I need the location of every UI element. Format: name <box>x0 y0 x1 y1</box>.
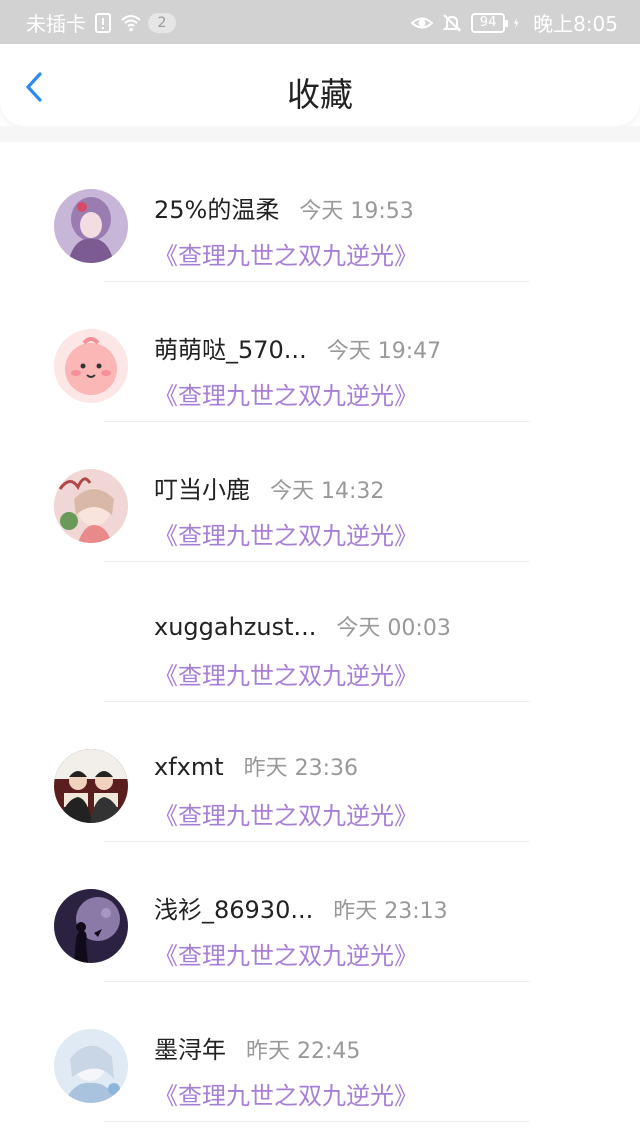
page-title: 收藏 <box>287 75 353 114</box>
avatar <box>54 609 128 683</box>
list-item[interactable]: xfxmt 昨天 23:36 《查理九世之双九逆光》 <box>0 702 640 842</box>
mute-bell-icon <box>442 13 462 32</box>
user-name: xuggahzust... <box>154 613 317 641</box>
user-name: xfxmt <box>154 753 224 781</box>
list-item[interactable]: 萌萌哒_570... 今天 19:47 《查理九世之双九逆光》 <box>0 282 640 422</box>
timestamp: 今天 14:32 <box>270 479 385 504</box>
book-title[interactable]: 《查理九世之双九逆光》 <box>154 516 418 551</box>
status-bar: 未插卡 2 94 晚上8:05 <box>0 0 640 44</box>
wifi-icon <box>121 14 141 31</box>
list-item[interactable]: 浅衫_86930... 昨天 23:13 《查理九世之双九逆光》 <box>0 842 640 982</box>
status-right: 94 晚上8:05 <box>411 8 618 37</box>
header-gap <box>0 126 640 142</box>
book-title[interactable]: 《查理九世之双九逆光》 <box>154 936 418 971</box>
carrier-label: 未插卡 <box>26 12 86 36</box>
user-name: 叮当小鹿 <box>154 476 250 504</box>
clock: 晚上8:05 <box>533 12 618 36</box>
avatar <box>54 889 128 963</box>
avatar <box>54 189 128 263</box>
divider <box>104 1121 530 1122</box>
timestamp: 昨天 22:45 <box>246 1039 361 1064</box>
list-item[interactable]: xuggahzust... 今天 00:03 《查理九世之双九逆光》 <box>0 562 640 702</box>
list-item[interactable]: 墨浔年 昨天 22:45 《查理九世之双九逆光》 <box>0 982 640 1122</box>
avatar <box>54 329 128 403</box>
sim-alert-icon <box>95 12 111 33</box>
avatar <box>54 749 128 823</box>
book-title[interactable]: 《查理九世之双九逆光》 <box>154 796 418 831</box>
user-name: 25%的温柔 <box>154 196 280 224</box>
book-title[interactable]: 《查理九世之双九逆光》 <box>154 656 418 691</box>
list-item[interactable]: 叮当小鹿 今天 14:32 《查理九世之双九逆光》 <box>0 422 640 562</box>
timestamp: 昨天 23:36 <box>243 756 359 781</box>
book-title[interactable]: 《查理九世之双九逆光》 <box>154 236 418 271</box>
timestamp: 今天 19:53 <box>299 199 414 224</box>
book-title[interactable]: 《查理九世之双九逆光》 <box>154 1076 418 1111</box>
timestamp: 昨天 23:13 <box>333 899 448 924</box>
nav-bar: 收藏 <box>0 44 640 126</box>
notification-count-badge: 2 <box>148 12 176 33</box>
user-name: 墨浔年 <box>154 1036 226 1064</box>
avatar <box>54 469 128 543</box>
favorites-list: 25%的温柔 今天 19:53 《查理九世之双九逆光》 萌萌哒_570... 今… <box>0 142 640 1122</box>
user-name: 浅衫_86930... <box>154 896 314 924</box>
battery-indicator: 94 <box>471 12 509 33</box>
book-title[interactable]: 《查理九世之双九逆光》 <box>154 376 418 411</box>
eye-icon <box>411 17 434 28</box>
status-left: 未插卡 2 <box>26 8 176 37</box>
list-item[interactable]: 25%的温柔 今天 19:53 《查理九世之双九逆光》 <box>0 142 640 282</box>
timestamp: 今天 00:03 <box>336 616 451 641</box>
charging-icon <box>514 17 519 28</box>
timestamp: 今天 19:47 <box>326 339 442 364</box>
avatar <box>54 1029 128 1103</box>
user-name: 萌萌哒_570... <box>154 336 307 364</box>
